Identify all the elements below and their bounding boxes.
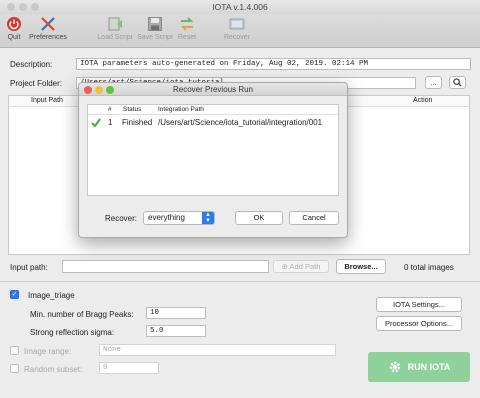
run-iota-label: RUN IOTA xyxy=(407,362,451,372)
project-folder-browse-button[interactable]: ... xyxy=(425,76,442,89)
recover-button[interactable]: Recover xyxy=(222,15,252,41)
updown-chevron-icon: ▲ ▼ xyxy=(202,212,214,224)
project-folder-label: Project Folder: xyxy=(10,79,63,88)
description-field[interactable]: IOTA parameters auto-generated on Friday… xyxy=(76,58,471,70)
save-script-label: Save Script xyxy=(137,34,173,41)
column-integration-path: Integration Path xyxy=(158,106,204,113)
random-subset-label: Random subset: xyxy=(24,365,83,374)
divider xyxy=(0,281,480,282)
strong-sigma-label: Strong reflection sigma: xyxy=(30,328,115,337)
cancel-button[interactable]: Cancel xyxy=(289,211,339,225)
reset-button[interactable]: Reset xyxy=(175,15,199,41)
recover-label: Recover: xyxy=(105,214,138,223)
min-bragg-peaks-label: Min. number of Bragg Peaks: xyxy=(30,310,134,319)
min-bragg-peaks-field[interactable]: 10 xyxy=(146,307,206,319)
dialog-close-button[interactable] xyxy=(84,85,92,94)
magnifier-icon xyxy=(453,78,462,87)
run-iota-button[interactable]: RUN IOTA xyxy=(368,352,470,382)
recover-icon xyxy=(227,15,247,33)
tools-icon xyxy=(38,15,58,33)
minimize-window-button[interactable] xyxy=(19,3,27,11)
quit-icon xyxy=(4,15,24,33)
dialog-title: Recover Previous Run xyxy=(172,85,254,94)
window-title: IOTA v.1.4.006 xyxy=(212,2,268,12)
add-path-label: Add Path xyxy=(289,262,321,271)
close-window-button[interactable] xyxy=(7,3,15,11)
window-titlebar: IOTA v.1.4.006 xyxy=(0,0,480,14)
ok-button[interactable]: OK xyxy=(235,211,283,225)
browse-button[interactable]: Browse... xyxy=(336,259,386,274)
random-subset-checkbox[interactable] xyxy=(10,364,19,373)
checkmark-icon: ✓ xyxy=(11,291,18,298)
reset-arrows-icon xyxy=(177,15,197,33)
add-path-button[interactable]: ⊕ Add Path xyxy=(273,260,329,273)
recover-select-value: everything xyxy=(148,213,185,222)
toolbar: Quit Preferences Load Script Save Script… xyxy=(0,14,480,48)
dialog-titlebar: Recover Previous Run xyxy=(79,83,347,96)
recover-select[interactable]: everything ▲ ▼ xyxy=(143,211,215,225)
image-range-label: Image range: xyxy=(24,347,72,356)
zoom-window-button[interactable] xyxy=(31,3,39,11)
quit-button[interactable]: Quit xyxy=(3,15,25,41)
column-action: Action xyxy=(413,97,433,104)
list-header: # Status Integration Path xyxy=(88,105,338,115)
total-images-count: 0 total images xyxy=(404,263,454,272)
load-script-button[interactable]: Load Script xyxy=(94,15,136,41)
load-script-label: Load Script xyxy=(97,34,133,41)
floppy-disk-icon xyxy=(145,15,165,33)
input-path-label: Input path: xyxy=(10,263,48,272)
previous-runs-list[interactable]: # Status Integration Path 1 Finished /Us… xyxy=(87,104,339,196)
image-range-checkbox[interactable] xyxy=(10,346,19,355)
column-status: Status xyxy=(123,106,142,113)
quit-label: Quit xyxy=(7,34,21,41)
list-item[interactable]: 1 Finished /Users/art/Science/iota_tutor… xyxy=(88,116,338,129)
iota-settings-button[interactable]: IOTA Settings... xyxy=(376,297,462,312)
dialog-minimize-button[interactable] xyxy=(95,85,103,94)
input-path-field[interactable] xyxy=(62,260,269,273)
save-script-button[interactable]: Save Script xyxy=(135,15,175,41)
project-folder-search-button[interactable] xyxy=(449,76,466,89)
reset-label: Reset xyxy=(177,34,197,41)
plus-icon: ⊕ xyxy=(281,262,290,271)
preferences-label: Preferences xyxy=(29,34,67,41)
processor-options-button[interactable]: Processor Options... xyxy=(376,316,462,331)
run-path: /Users/art/Science/iota_tutorial/integra… xyxy=(158,118,323,127)
run-status: Finished xyxy=(122,118,153,127)
recover-label: Recover xyxy=(223,34,251,41)
dialog-zoom-button[interactable] xyxy=(106,85,114,94)
run-number: 1 xyxy=(108,118,113,127)
gear-icon xyxy=(389,361,400,373)
column-input-path: Input Path xyxy=(31,97,63,104)
preferences-button[interactable]: Preferences xyxy=(27,15,69,41)
strong-sigma-field[interactable]: 5.0 xyxy=(146,325,206,337)
column-number: # xyxy=(108,106,112,113)
recover-dialog: Recover Previous Run # Status Integratio… xyxy=(78,82,348,238)
image-triage-checkbox[interactable]: ✓ xyxy=(10,290,19,299)
description-label: Description: xyxy=(10,60,53,69)
checkmark-icon xyxy=(91,116,101,131)
random-subset-field[interactable]: 0 xyxy=(99,362,159,374)
image-triage-label: Image_triage xyxy=(28,291,75,300)
load-script-icon xyxy=(105,15,125,33)
image-range-field[interactable]: None xyxy=(99,344,336,356)
